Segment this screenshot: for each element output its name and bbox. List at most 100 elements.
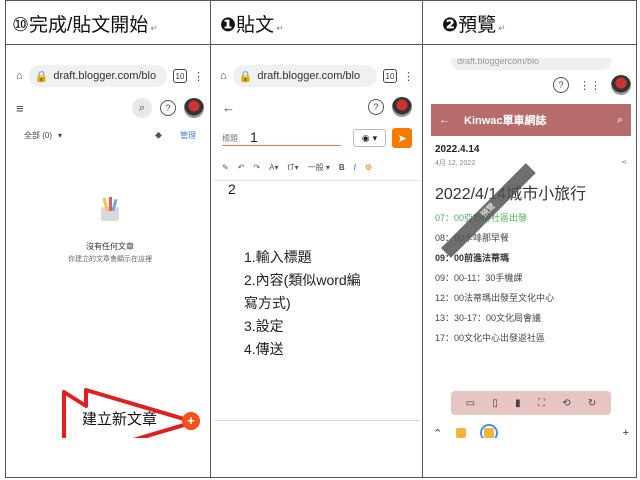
preview-button[interactable]: ◉ ▾ — [352, 129, 387, 147]
bold-button[interactable]: B — [339, 163, 345, 172]
search-icon[interactable]: ⌕ — [132, 98, 152, 118]
more-menu-icon[interactable]: ⋮ — [193, 70, 204, 83]
paragraph-style-dropdown[interactable]: 一般 ▾ — [308, 162, 330, 173]
new-post-button[interactable]: + — [182, 412, 200, 430]
refresh-icon[interactable]: ↻ — [588, 398, 596, 409]
step-item: 寫方式) — [244, 295, 291, 311]
help-icon[interactable]: ? — [160, 100, 176, 116]
redo-icon[interactable]: ↷ — [253, 163, 260, 172]
screenshot-preview: draft.bloggercom/blo ? ⋮⋮ ← Kinwac單車網誌 ⌕… — [425, 58, 637, 438]
column-header-2-text: 貼文 — [236, 15, 275, 36]
tabs-count-icon[interactable]: 10 — [383, 69, 397, 83]
column-divider — [210, 0, 211, 478]
column-header-2: ❶貼文 ↵ — [220, 10, 284, 37]
format-toolbar: ✎ ↶ ↷ A▾ tT▾ 一般 ▾ B I ⚙ — [214, 160, 420, 174]
tab-icon[interactable] — [456, 428, 467, 438]
browser-bar: ⌂ 🔒 draft.blogger.com/blo 10 ⋮ — [214, 58, 420, 94]
chevron-down-icon: ▾ — [372, 132, 378, 143]
step-item: 2.內容(類似word編 — [244, 272, 361, 288]
back-arrow-icon[interactable]: ← — [222, 100, 235, 115]
tablet-icon[interactable]: ▯ — [492, 398, 498, 409]
address-bar[interactable]: draft.bloggercom/blo — [451, 58, 611, 70]
eye-icon: ◉ — [361, 132, 370, 143]
avatar[interactable] — [392, 97, 412, 117]
help-icon[interactable]: ? — [368, 99, 384, 115]
column-divider — [422, 0, 423, 478]
header-divider — [5, 44, 637, 45]
column-header-1-text: ⑩完成/貼文開始 — [12, 15, 149, 36]
empty-state-subtitle: 你建立的文章會顯示在這裡 — [68, 256, 152, 263]
apps-grid-icon[interactable]: ⋮⋮ — [579, 79, 601, 92]
avatar[interactable] — [184, 98, 204, 118]
title-input[interactable]: 標題 1 — [222, 130, 341, 146]
address-bar[interactable]: 🔒 draft.blogger.com/blo — [28, 65, 167, 87]
filter-row: 全部 (0) ▾ ⬥ 管理 — [10, 130, 210, 141]
hamburger-menu-icon[interactable]: ≡ — [16, 101, 24, 116]
device-preview-bar: ▭ ▯ ▮ ⛶ ⟲ ↻ — [451, 391, 611, 415]
back-arrow-icon[interactable]: ← — [439, 114, 450, 126]
title-step-number: 1 — [250, 129, 258, 145]
schedule-item: 17：00文化中心出發返社區 — [435, 333, 546, 343]
column-header-3: ❷預覽 ↵ — [442, 10, 506, 37]
text-color-icon[interactable]: A▾ — [269, 163, 278, 172]
browser-tab-strip: ⌃ + — [425, 422, 637, 438]
chevron-down-icon[interactable]: ▾ — [58, 131, 62, 140]
chevron-up-icon[interactable]: ⌃ — [433, 427, 442, 439]
lock-icon: 🔒 — [34, 70, 49, 83]
column-header-1: ⑩完成/貼文開始 ↵ — [12, 10, 158, 37]
step-item: 4.傳送 — [244, 341, 284, 357]
active-tab-icon[interactable] — [480, 424, 499, 438]
post-meta: 4月 12, 2022 ⋖ — [435, 158, 637, 168]
step-number-badge: ❷ — [442, 15, 459, 36]
home-icon[interactable]: ⌂ — [220, 70, 227, 82]
tab-favicon-icon — [484, 428, 495, 438]
schedule-item: 09：00前進法蒂瑪 — [435, 253, 510, 263]
label-icon[interactable]: ⬥ — [155, 130, 162, 141]
pen-icon[interactable]: ✎ — [222, 163, 229, 172]
italic-button[interactable]: I — [354, 163, 356, 172]
steps-list: 1.輸入標題 2.內容(類似word編 寫方式) 3.設定 4.傳送 — [244, 246, 361, 361]
screenshot-posts-list: ⌂ 🔒 draft.blogger.com/blo 10 ⋮ ≡ ⌕ ? 全部 … — [10, 58, 210, 438]
publish-button[interactable]: ➤ — [392, 128, 412, 148]
step-item: 3.設定 — [244, 318, 284, 334]
manage-link[interactable]: 管理 — [180, 130, 196, 141]
schedule-item: 13：30-17：00文化局會議 — [435, 313, 542, 323]
settings-gear-icon[interactable]: ⚙ — [365, 163, 372, 172]
screenshot-post-editor: ⌂ 🔒 draft.blogger.com/blo 10 ⋮ ← ? 標題 1 … — [214, 58, 420, 438]
post-date: 2022.4.14 — [435, 144, 480, 155]
search-icon[interactable]: ⌕ — [617, 114, 623, 127]
browser-bar: ⌂ 🔒 draft.blogger.com/blo 10 ⋮ — [10, 58, 210, 94]
column-header-3-text: 預覽 — [458, 15, 497, 36]
avatar[interactable] — [611, 75, 631, 95]
blogger-toolbar: ≡ ⌕ ? — [10, 94, 210, 122]
post-published-date: 4月 12, 2022 — [435, 160, 476, 167]
home-icon[interactable]: ⌂ — [16, 70, 23, 82]
body-step-number[interactable]: 2 — [228, 181, 236, 197]
fullscreen-icon[interactable]: ⛶ — [538, 398, 545, 409]
preview-toolbar: ? ⋮⋮ — [425, 70, 637, 100]
schedule-item: 09：00-11：30手機課 — [435, 273, 523, 283]
title-row: 標題 1 ◉ ▾ ➤ — [214, 128, 420, 148]
more-menu-icon[interactable]: ⋮ — [403, 70, 414, 83]
desktop-icon[interactable]: ▭ — [466, 398, 475, 409]
empty-state-title: 沒有任何文章 — [86, 242, 134, 251]
paragraph-mark: ↵ — [276, 23, 284, 33]
schedule-item: 12：00法蒂瑪出發至文化中心 — [435, 293, 555, 303]
tabs-count-icon[interactable]: 10 — [173, 69, 187, 83]
filter-dropdown[interactable]: 全部 (0) — [24, 130, 52, 141]
lock-icon: 🔒 — [238, 70, 253, 83]
title-placeholder: 標題 — [222, 134, 238, 143]
undo-icon[interactable]: ↶ — [238, 163, 245, 172]
share-icon[interactable]: ⋖ — [621, 158, 627, 168]
help-icon[interactable]: ? — [553, 77, 569, 93]
step-item: 1.輸入標題 — [244, 249, 312, 265]
font-size-icon[interactable]: tT▾ — [287, 163, 298, 172]
divider — [214, 420, 420, 421]
divider — [214, 180, 420, 181]
paragraph-mark: ↵ — [150, 23, 158, 33]
send-icon: ➤ — [397, 132, 407, 145]
rotate-icon[interactable]: ⟲ — [562, 398, 570, 409]
phone-icon[interactable]: ▮ — [515, 398, 521, 409]
address-bar[interactable]: 🔒 draft.blogger.com/blo — [232, 65, 377, 87]
new-tab-icon[interactable]: + — [623, 427, 629, 438]
